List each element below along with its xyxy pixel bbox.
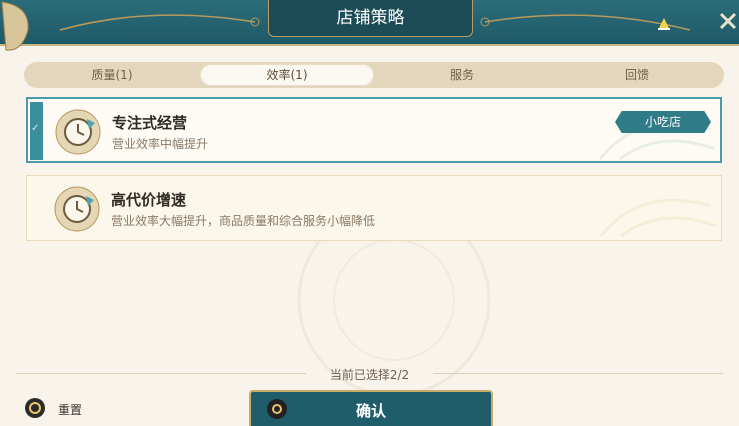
close-icon[interactable]	[718, 11, 738, 31]
tab-service[interactable]: 服务	[374, 62, 550, 88]
confirm-label: 确认	[355, 402, 386, 420]
strategy-clock-icon	[54, 186, 100, 232]
tab-efficiency[interactable]: 效率(1)	[200, 64, 374, 86]
tab-reward[interactable]: 回馈	[550, 62, 724, 88]
tab-bar: 质量(1) 效率(1) 服务 回馈	[24, 62, 724, 88]
check-icon: ✓	[31, 123, 40, 134]
tab-quality[interactable]: 质量(1)	[24, 62, 200, 88]
reset-button[interactable]: 重置	[58, 401, 82, 418]
selected-count: 当前已选择2/2	[329, 368, 410, 382]
reset-icon[interactable]	[25, 398, 45, 418]
strategy-name: 专注式经营	[112, 114, 188, 132]
card-flower-deco	[599, 198, 717, 238]
strategy-card-high-cost[interactable]: 高代价增速 营业效率大幅提升，商品质量和综合服务小幅降低	[26, 175, 722, 241]
shop-type-tag: 小吃店	[615, 111, 711, 133]
strategy-card-focused[interactable]: ✓ 专注式经营 营业效率中幅提升 小吃店	[26, 97, 722, 163]
strategy-clock-icon	[55, 109, 101, 155]
strategy-description: 营业效率中幅提升	[112, 137, 209, 151]
bell-icon[interactable]	[656, 16, 672, 32]
confirm-button[interactable]: 确认	[249, 390, 493, 426]
character-deco-icon	[1, 1, 29, 51]
page-title: 店铺策略	[268, 0, 473, 37]
strategy-description: 营业效率大幅提升，商品质量和综合服务小幅降低	[111, 214, 376, 228]
header-bar: 店铺策略	[0, 0, 739, 46]
selected-indicator: ✓	[30, 102, 43, 160]
strategy-name: 高代价增速	[111, 191, 187, 209]
